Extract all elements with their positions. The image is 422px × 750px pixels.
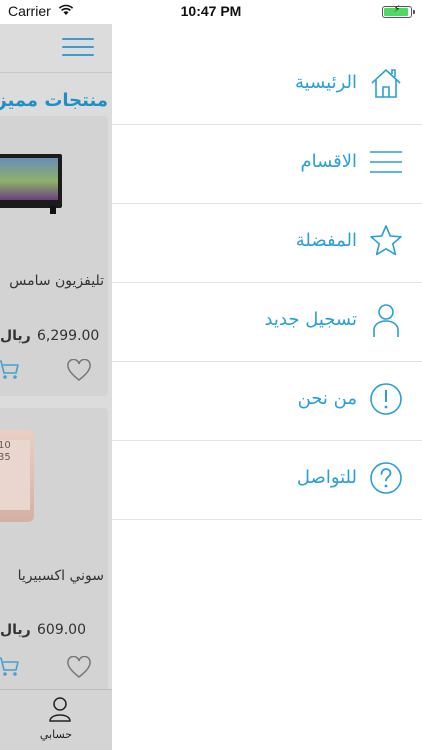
featured-section-title: منتجات مميز xyxy=(0,90,108,111)
main-screen-underlay[interactable]: منتجات مميز تليفزيون سامس ريال 6,299.00 … xyxy=(0,24,112,750)
account-tab-icon[interactable] xyxy=(48,696,72,722)
account-tab-label[interactable]: حسابي xyxy=(0,728,112,741)
menu-item-label: تسجيل جديد xyxy=(264,309,357,330)
menu-item-label: المفضلة xyxy=(295,230,357,251)
product-price: 6,299.00 xyxy=(37,328,100,344)
menu-item-register[interactable]: تسجيل جديد xyxy=(112,283,422,362)
product-price: 609.00 xyxy=(37,622,86,638)
user-icon xyxy=(373,304,399,337)
currency-label: ريال xyxy=(0,622,31,638)
product-card[interactable]: تليفزيون سامس ريال 6,299.00 xyxy=(0,116,108,396)
favorite-heart-icon[interactable] xyxy=(66,359,92,383)
list-icon xyxy=(370,151,402,173)
product-card[interactable]: 10 35 سوني اكسبيريا ريال 609.00 xyxy=(0,408,108,698)
nav-divider xyxy=(0,72,112,73)
side-menu: الرئيسية الاقسام المفضلة تسجيل جديد من ن… xyxy=(112,24,422,750)
help-icon xyxy=(370,462,402,494)
menu-item-label: الرئيسية xyxy=(295,72,357,93)
tab-bar: حسابي xyxy=(0,689,112,750)
menu-item-favorites[interactable]: المفضلة xyxy=(112,204,422,283)
menu-item-home[interactable]: الرئيسية xyxy=(112,46,422,125)
menu-toggle-icon[interactable] xyxy=(62,38,94,62)
home-icon xyxy=(371,69,401,98)
add-to-cart-icon[interactable] xyxy=(0,359,20,381)
favorite-heart-icon[interactable] xyxy=(66,656,92,680)
phone-product-image: 10 35 xyxy=(0,430,34,522)
clock: 10:47 PM xyxy=(180,3,242,19)
currency-label: ريال xyxy=(0,328,31,344)
menu-item-contact[interactable]: للتواصل xyxy=(112,441,422,520)
star-icon xyxy=(370,225,402,256)
tv-product-image xyxy=(0,154,62,214)
battery-icon: ⚡ xyxy=(382,4,415,18)
add-to-cart-icon[interactable] xyxy=(0,656,20,678)
menu-item-label: للتواصل xyxy=(296,467,357,488)
menu-item-categories[interactable]: الاقسام xyxy=(112,125,422,204)
menu-item-label: من نحن xyxy=(297,388,357,409)
status-bar: Carrier 10:47 PM ⚡ xyxy=(0,0,422,24)
info-icon xyxy=(370,383,402,415)
product-name[interactable]: سوني اكسبيريا xyxy=(18,568,104,584)
menu-item-about[interactable]: من نحن xyxy=(112,362,422,441)
menu-item-label: الاقسام xyxy=(300,151,357,172)
product-name[interactable]: تليفزيون سامس xyxy=(9,273,104,289)
